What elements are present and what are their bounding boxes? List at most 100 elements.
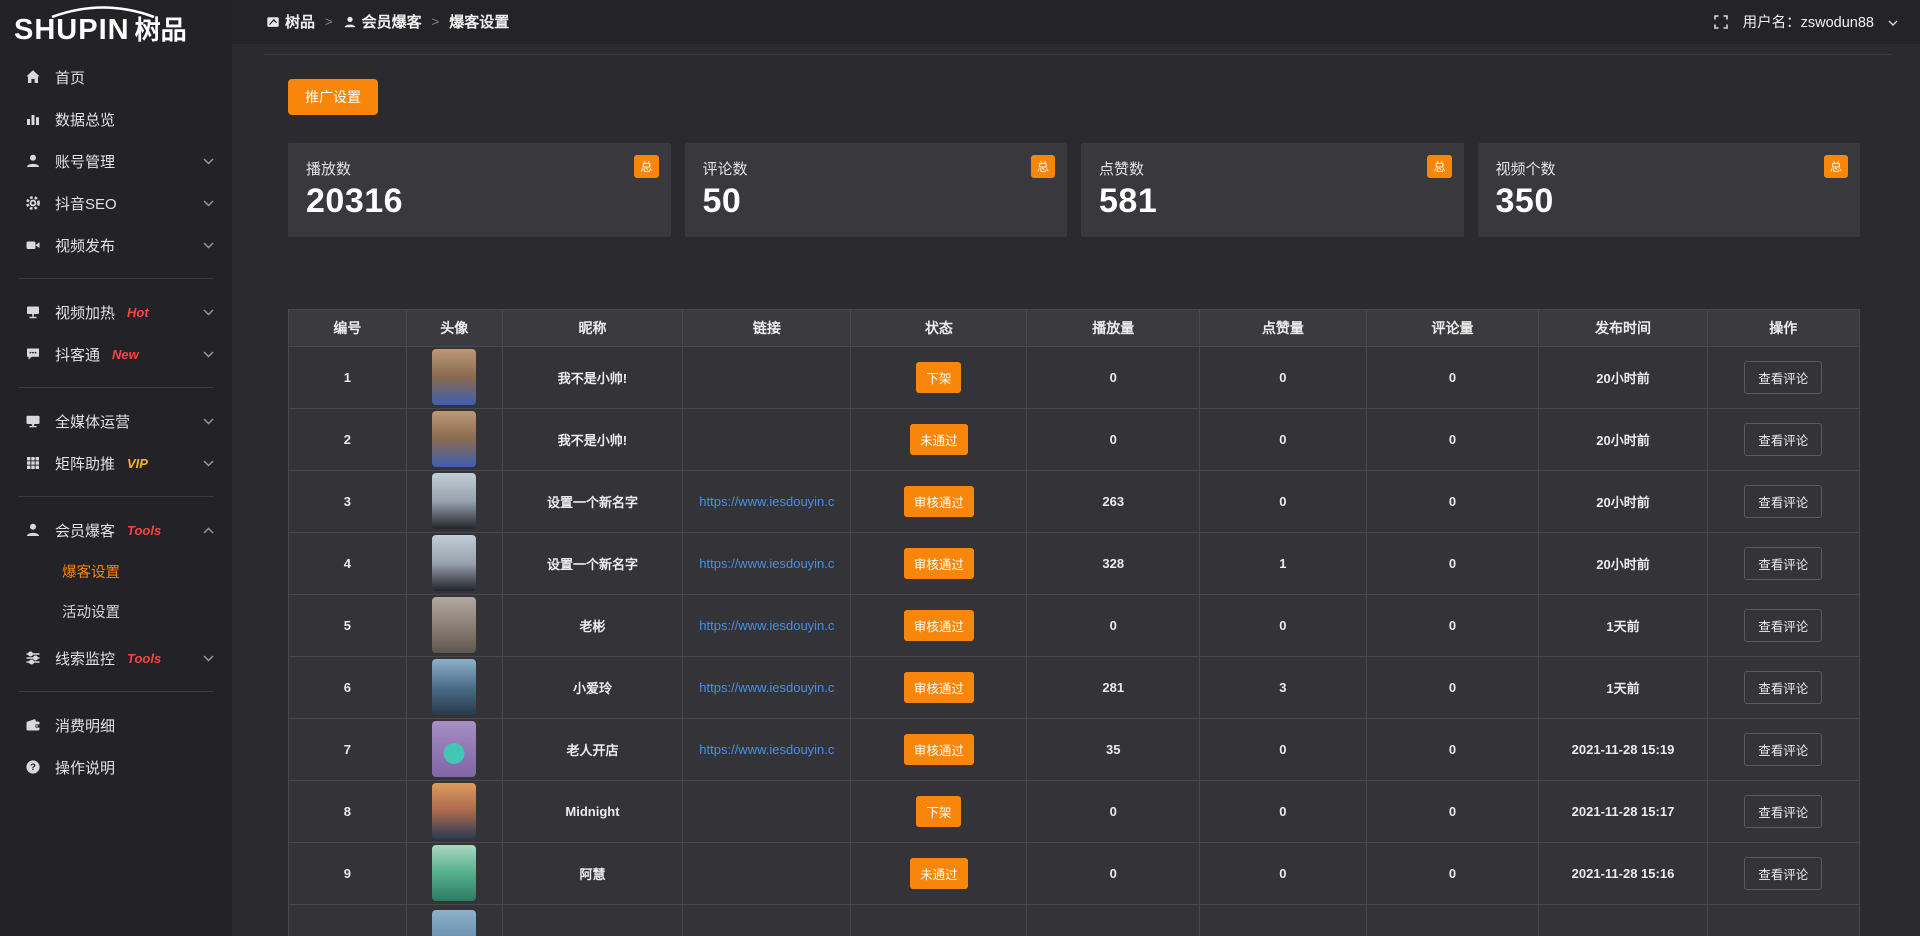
sidebar-subitem[interactable]: 活动设置 [0, 593, 232, 633]
column-header: 评论量 [1366, 309, 1539, 346]
cell-likes: 1 [1200, 532, 1367, 594]
sidebar-item-label: 全媒体运营 [55, 411, 130, 432]
sidebar-item-video-heat[interactable]: 视频加热Hot [0, 291, 232, 333]
screen-icon [24, 304, 41, 321]
help-icon: ? [24, 759, 41, 776]
video-link[interactable]: https://www.iesdouyin.c [699, 680, 834, 695]
sidebar-item-badge: Tools [127, 651, 161, 666]
cell-time: 1天前 [1539, 656, 1707, 718]
breadcrumb-separator: > [325, 14, 333, 29]
fullscreen-icon[interactable] [1713, 14, 1729, 30]
stat-card-comments: 评论数 50 总 [685, 143, 1068, 237]
sidebar-item-label: 会员爆客 [55, 520, 115, 541]
cell-nickname: 我不是小帅! [502, 346, 683, 408]
gear-icon [24, 195, 41, 212]
user-icon [24, 153, 41, 170]
sidebar: SHUPIN树品 首页数据总览账号管理抖音SEO视频发布视频加热Hot抖客通Ne… [0, 0, 232, 936]
sidebar-item-media-operation[interactable]: 全媒体运营 [0, 400, 232, 442]
sidebar-item-douyin-seo[interactable]: 抖音SEO [0, 182, 232, 224]
cell-link: https://www.iesdouyin.c [683, 594, 851, 656]
cell-id: 2 [289, 408, 407, 470]
video-link[interactable]: https://www.iesdouyin.c [699, 494, 834, 509]
sidebar-item-label: 数据总览 [55, 109, 115, 130]
sidebar-divider [18, 691, 214, 692]
sidebar-item-account-manage[interactable]: 账号管理 [0, 140, 232, 182]
cell-plays: 328 [1027, 532, 1200, 594]
sidebar-item-member-baoke[interactable]: 会员爆客Tools [0, 509, 232, 551]
video-icon [24, 237, 41, 254]
cell-likes: 0 [1200, 470, 1367, 532]
cell-nickname: 小爱玲 [502, 656, 683, 718]
cell-time: 20小时前 [1539, 532, 1707, 594]
cell-comments: 0 [1366, 346, 1539, 408]
table-row: 5老彬https://www.iesdouyin.c审核通过0001天前查看评论 [289, 594, 1860, 656]
video-link[interactable]: https://www.iesdouyin.c [699, 556, 834, 571]
cell-status: 审核通过 [851, 470, 1027, 532]
app-window: SHUPIN树品 首页数据总览账号管理抖音SEO视频发布视频加热Hot抖客通Ne… [0, 0, 1920, 936]
view-comments-button[interactable]: 查看评论 [1744, 609, 1822, 642]
cell-plays: 263 [1027, 470, 1200, 532]
cell-id: 1 [289, 346, 407, 408]
sidebar-item-operation-guide[interactable]: ?操作说明 [0, 746, 232, 788]
cell-plays: 35 [1027, 718, 1200, 780]
sidebar-item-badge: New [112, 347, 139, 362]
sidebar-item-label: 矩阵助推 [55, 453, 115, 474]
sidebar-divider [18, 278, 214, 279]
cell-likes: 0 [1200, 408, 1367, 470]
promo-settings-button[interactable]: 推广设置 [288, 79, 378, 115]
chevron-down-icon [203, 655, 214, 662]
cell-avatar [406, 470, 502, 532]
breadcrumb-item-current: 爆客设置 [449, 11, 509, 32]
sidebar-item-consume-detail[interactable]: 消费明细 [0, 704, 232, 746]
cell-action: 查看评论 [1707, 842, 1859, 904]
breadcrumb-item-member[interactable]: 会员爆客 [343, 11, 422, 32]
view-comments-button[interactable]: 查看评论 [1744, 857, 1822, 890]
table-body: 1我不是小帅!下架00020小时前查看评论2我不是小帅!未通过00020小时前查… [289, 346, 1860, 936]
user-area: 用户名：zswodun88 [1713, 11, 1898, 32]
cell-id: 7 [289, 718, 407, 780]
cell-comments: 0 [1366, 470, 1539, 532]
table-header: 编号头像昵称链接状态播放量点赞量评论量发布时间操作 [289, 309, 1860, 346]
avatar [432, 535, 476, 591]
brand-logo[interactable]: SHUPIN树品 [0, 0, 232, 56]
view-comments-button[interactable]: 查看评论 [1744, 547, 1822, 580]
view-comments-button[interactable]: 查看评论 [1744, 485, 1822, 518]
video-link[interactable]: https://www.iesdouyin.c [699, 618, 834, 633]
stat-card-likes: 点赞数 581 总 [1081, 143, 1464, 237]
view-comments-button[interactable]: 查看评论 [1744, 423, 1822, 456]
cell-avatar [406, 780, 502, 842]
cell-status [851, 904, 1027, 936]
cell-action: 查看评论 [1707, 470, 1859, 532]
cell-nickname: 老人开店 [502, 718, 683, 780]
cell-likes: 0 [1200, 718, 1367, 780]
cell-action: 查看评论 [1707, 594, 1859, 656]
avatar [432, 783, 476, 839]
video-link[interactable]: https://www.iesdouyin.c [699, 742, 834, 757]
chevron-down-icon [203, 200, 214, 207]
view-comments-button[interactable]: 查看评论 [1744, 733, 1822, 766]
sidebar-item-douketong[interactable]: 抖客通New [0, 333, 232, 375]
view-comments-button[interactable]: 查看评论 [1744, 671, 1822, 704]
total-badge: 总 [1031, 155, 1055, 178]
view-comments-button[interactable]: 查看评论 [1744, 361, 1822, 394]
sidebar-item-matrix-boost[interactable]: 矩阵助推VIP [0, 442, 232, 484]
username-menu[interactable]: 用户名：zswodun88 [1743, 11, 1874, 32]
view-comments-button[interactable]: 查看评论 [1744, 795, 1822, 828]
member-icon [24, 522, 41, 539]
column-header: 状态 [851, 309, 1027, 346]
status-badge: 审核通过 [904, 486, 974, 517]
cell-status: 下架 [851, 346, 1027, 408]
avatar [432, 845, 476, 901]
stat-card-videos: 视频个数 350 总 [1478, 143, 1861, 237]
sidebar-item-data-overview[interactable]: 数据总览 [0, 98, 232, 140]
breadcrumb-item-app[interactable]: 树品 [266, 11, 315, 32]
avatar [432, 349, 476, 405]
cell-id: 6 [289, 656, 407, 718]
cell-link: https://www.iesdouyin.c [683, 470, 851, 532]
sidebar-item-clue-monitor[interactable]: 线索监控Tools [0, 637, 232, 679]
sidebar-item-label: 首页 [55, 67, 85, 88]
sidebar-subitem[interactable]: 爆客设置 [0, 553, 232, 593]
breadcrumb-label: 爆客设置 [449, 11, 509, 32]
sidebar-item-home[interactable]: 首页 [0, 56, 232, 98]
sidebar-item-video-publish[interactable]: 视频发布 [0, 224, 232, 266]
